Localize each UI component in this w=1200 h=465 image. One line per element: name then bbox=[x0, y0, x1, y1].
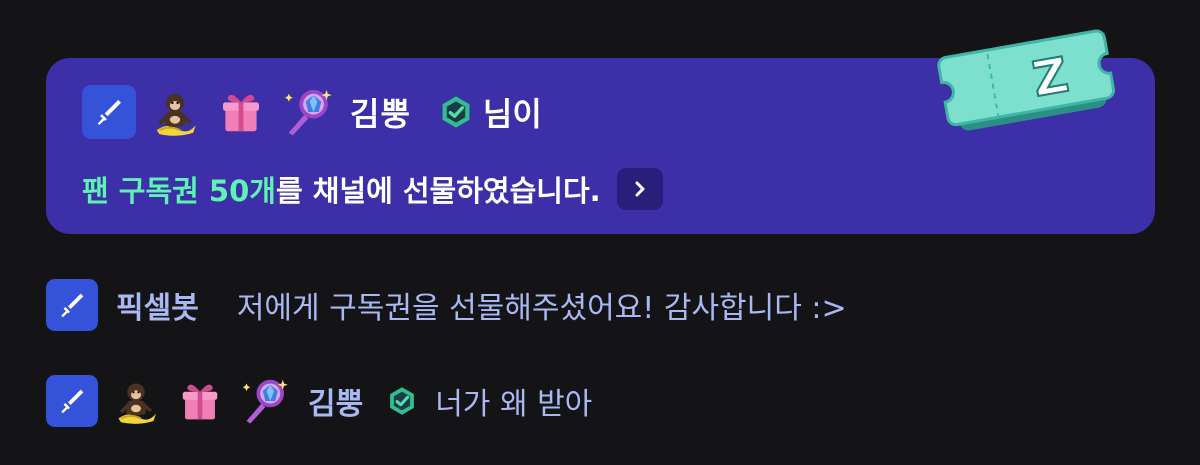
sword-badge-icon bbox=[46, 279, 98, 331]
more-button[interactable] bbox=[616, 168, 663, 210]
verified-icon bbox=[387, 386, 417, 416]
gifter-nickname[interactable]: 김뿡 bbox=[350, 89, 411, 135]
verified-icon bbox=[439, 95, 473, 129]
gift-highlight: 팬 구독권 50개 bbox=[82, 174, 276, 208]
gift-message-text: 를 채널에 선물하였습니다. bbox=[275, 174, 601, 208]
chat-message: 김뿡 너가 왜 받아 bbox=[46, 374, 592, 428]
sword-badge-icon bbox=[82, 85, 136, 139]
ticket-icon: Z bbox=[937, 29, 1115, 131]
magic-mirror-icon bbox=[238, 375, 290, 427]
gift-box-icon bbox=[214, 85, 268, 139]
gift-box-icon bbox=[174, 375, 226, 427]
monkey-banana-icon bbox=[148, 85, 202, 139]
chat-message-text: 저에게 구독권을 선물해주셨어요! 감사합니다 :> bbox=[236, 291, 847, 326]
magic-mirror-icon bbox=[280, 85, 334, 139]
chat-message-text: 너가 왜 받아 bbox=[435, 387, 593, 422]
chat-nickname[interactable]: 김뿡 bbox=[308, 379, 363, 423]
honorific-suffix: 님이 bbox=[482, 95, 542, 133]
sword-badge-icon bbox=[46, 375, 98, 427]
chat-nickname[interactable]: 픽셀봇 bbox=[116, 283, 199, 327]
monkey-banana-icon bbox=[110, 375, 162, 427]
gift-message: 팬 구독권 50개 를 채널에 선물하였습니다. bbox=[82, 166, 663, 212]
subscription-gift-card: 김뿡 님이 팬 구독권 50개 를 채널에 선물하였습니다. Z bbox=[46, 29, 1155, 234]
card-header: 김뿡 님이 bbox=[82, 84, 542, 140]
chevron-right-icon bbox=[635, 181, 645, 197]
chat-message: 픽셀봇 저에게 구독권을 선물해주셨어요! 감사합니다 :> bbox=[46, 278, 847, 332]
